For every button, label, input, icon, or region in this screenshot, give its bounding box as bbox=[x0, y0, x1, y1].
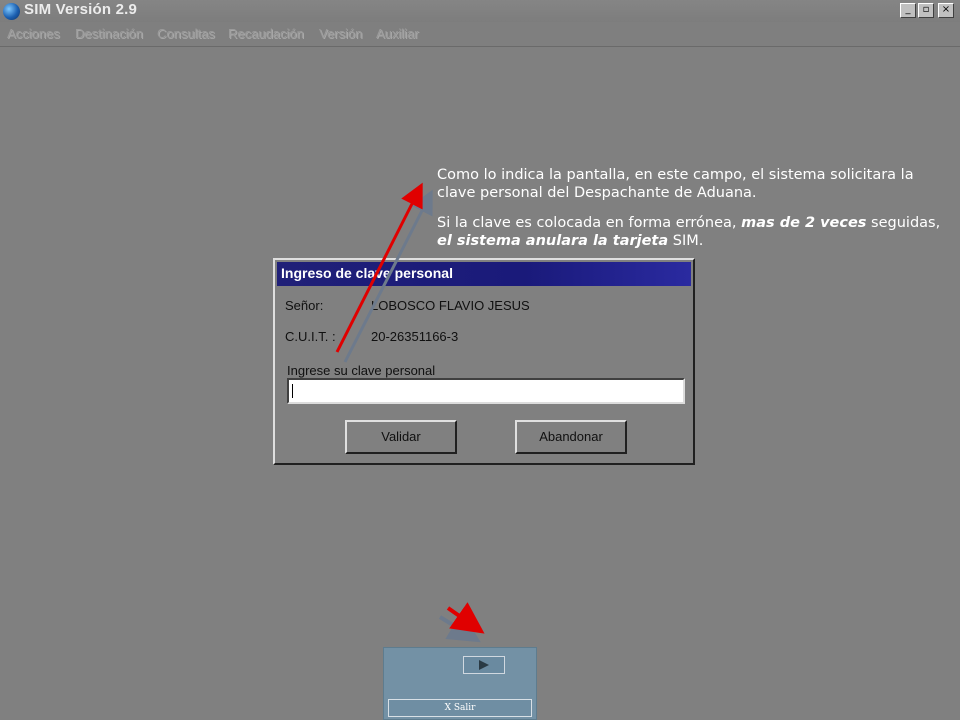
grey-arrow-annotation bbox=[343, 189, 433, 363]
arrows-overlay bbox=[335, 182, 485, 643]
red-arrow-annotation bbox=[335, 182, 423, 353]
grey-arrow-nav bbox=[438, 611, 481, 643]
